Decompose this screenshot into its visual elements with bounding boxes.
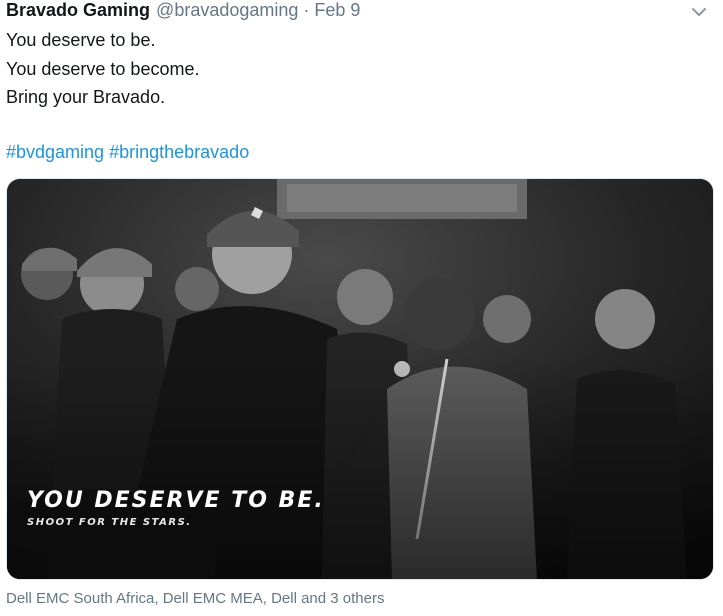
tweet-text-line-1: You deserve to be. [6, 30, 156, 50]
tweet-text-line-3: Bring your Bravado. [6, 87, 166, 107]
chevron-down-icon[interactable] [689, 2, 709, 22]
tweet: Bravado Gaming @bravadogaming · Feb 9 Yo… [0, 0, 723, 616]
photo-overlay-subtitle: SHOOT FOR THE STARS. [27, 517, 192, 528]
author-name[interactable]: Bravado Gaming [6, 0, 150, 21]
tweet-date[interactable]: Feb 9 [314, 0, 360, 21]
separator-dot: · [303, 0, 310, 20]
hashtags: #bvdgaming #bringthebravado [6, 140, 249, 164]
photo-overlay-title: YOU DESERVE TO BE. [27, 488, 325, 513]
author-handle[interactable]: @bravadogaming [156, 0, 298, 21]
tweet-text-line-2: You deserve to become. [6, 59, 200, 79]
tagged-users[interactable]: Dell EMC South Africa, Dell EMC MEA, Del… [6, 590, 384, 607]
hashtag-bringthebravado[interactable]: #bringthebravado [109, 142, 249, 162]
tweet-header: Bravado Gaming @bravadogaming · Feb 9 [6, 0, 360, 24]
hashtag-bvdgaming[interactable]: #bvdgaming [6, 142, 104, 162]
tweet-photo[interactable]: YOU DESERVE TO BE. SHOOT FOR THE STARS. [6, 178, 714, 580]
